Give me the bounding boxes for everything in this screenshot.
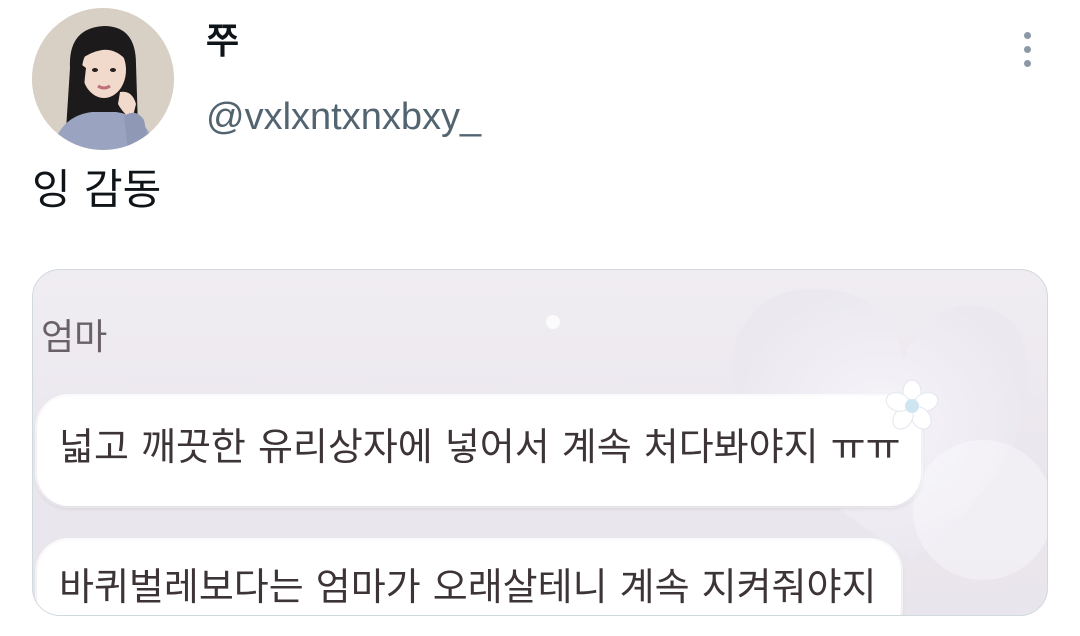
profile-photo-icon xyxy=(32,8,174,150)
tweet-media-image[interactable]: 엄마 넓고 깨끗한 유리상자에 넣어서 계속 처다봐야지 ㅠㅠ 바퀴벌레보다는 … xyxy=(32,269,1048,616)
flower-sticker-icon xyxy=(885,379,939,430)
chat-bubble: 바퀴벌레보다는 엄마가 오래살테니 계속 지켜줘야지 xyxy=(37,540,901,615)
display-name[interactable]: 쭈 xyxy=(206,20,239,64)
chat-message: 바퀴벌레보다는 엄마가 오래살테니 계속 지켜줘야지 xyxy=(59,565,877,609)
user-handle[interactable]: @vxlxntxnxbxy_ xyxy=(206,94,481,140)
ellipsis-dot xyxy=(1023,59,1031,67)
ellipsis-vertical-icon xyxy=(1023,31,1031,39)
ellipsis-dot xyxy=(1023,45,1031,53)
sender-name: 엄마 xyxy=(41,317,108,358)
tweet: 쭈 @vxlxntxnxbxy_ 잉 감동 엄마 넓고 깨끗한 유리상자에 넣어… xyxy=(0,0,1080,636)
tweet-text: 잉 감동 xyxy=(32,165,162,214)
chat-message: 넓고 깨끗한 유리상자에 넣어서 계속 처다봐야지 ㅠㅠ xyxy=(59,425,901,469)
more-options-button[interactable] xyxy=(1008,26,1046,72)
avatar[interactable] xyxy=(32,8,174,150)
chat-bubble: 넓고 깨끗한 유리상자에 넣어서 계속 처다봐야지 ㅠㅠ xyxy=(37,396,921,506)
